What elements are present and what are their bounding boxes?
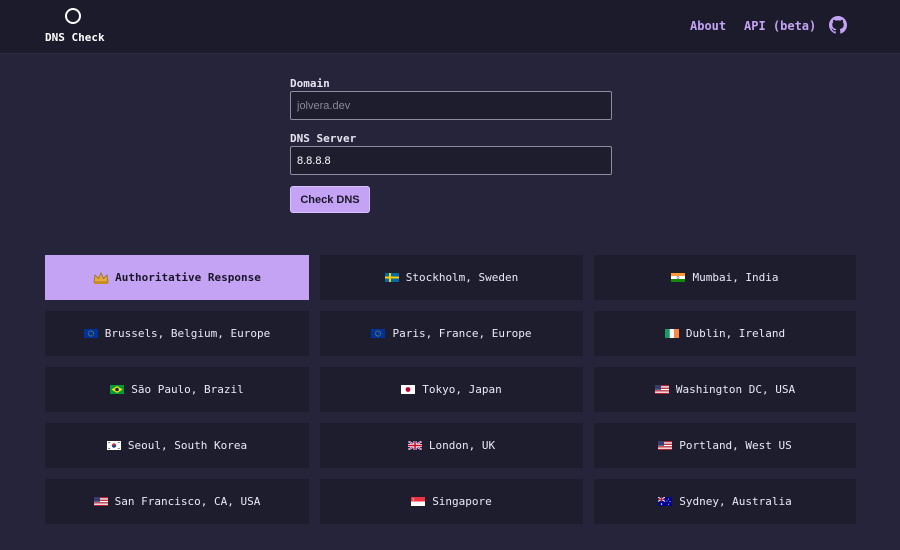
- result-card[interactable]: Singapore: [320, 479, 583, 524]
- result-card-label: Tokyo, Japan: [422, 383, 502, 396]
- dns-server-input[interactable]: [290, 146, 612, 175]
- flag-ie-icon: [664, 329, 679, 338]
- result-card-label: Seoul, South Korea: [127, 439, 248, 452]
- results-grid: Authoritative Response Stockholm, Sweden…: [45, 255, 856, 524]
- flag-eu-icon: [83, 329, 98, 338]
- result-card-label: Singapore: [432, 495, 492, 508]
- result-card-authoritative[interactable]: Authoritative Response: [45, 255, 309, 300]
- result-card-label: San Francisco, CA, USA: [114, 495, 261, 508]
- logo-circle-icon: [65, 8, 81, 24]
- result-card[interactable]: Mumbai, India: [594, 255, 856, 300]
- flag-se-icon: [384, 273, 399, 282]
- result-card-label: London, UK: [428, 439, 496, 452]
- result-card[interactable]: Washington DC, USA: [594, 367, 856, 412]
- result-card-label: Paris, France, Europe: [392, 327, 532, 340]
- result-card-label: Authoritative Response: [115, 271, 261, 284]
- check-dns-button[interactable]: Check DNS: [290, 186, 370, 213]
- result-card-label: Stockholm, Sweden: [405, 271, 519, 284]
- crown-icon: [93, 271, 109, 284]
- result-card[interactable]: Brussels, Belgium, Europe: [45, 311, 309, 356]
- flag-br-icon: [110, 385, 125, 394]
- app-name: DNS Check: [45, 31, 105, 44]
- flag-gb-icon: [407, 441, 422, 450]
- result-card-label: Dublin, Ireland: [685, 327, 786, 340]
- result-card[interactable]: San Francisco, CA, USA: [45, 479, 309, 524]
- flag-au-icon: [658, 497, 673, 506]
- dns-server-label: DNS Server: [290, 132, 357, 145]
- result-card[interactable]: Seoul, South Korea: [45, 423, 309, 468]
- flag-us-icon: [654, 385, 669, 394]
- result-card[interactable]: Sydney, Australia: [594, 479, 856, 524]
- nav-link-api[interactable]: API (beta): [744, 19, 816, 33]
- flag-us-icon: [658, 441, 673, 450]
- result-card[interactable]: London, UK: [320, 423, 583, 468]
- result-card[interactable]: Portland, West US: [594, 423, 856, 468]
- flag-eu-icon: [371, 329, 386, 338]
- result-card[interactable]: São Paulo, Brazil: [45, 367, 309, 412]
- result-card-label: São Paulo, Brazil: [131, 383, 244, 396]
- flag-sg-icon: [411, 497, 426, 506]
- result-card[interactable]: Tokyo, Japan: [320, 367, 583, 412]
- result-card-label: Portland, West US: [679, 439, 792, 452]
- result-card[interactable]: Paris, France, Europe: [320, 311, 583, 356]
- flag-in-icon: [671, 273, 686, 282]
- result-card-label: Sydney, Australia: [679, 495, 792, 508]
- flag-us-icon: [93, 497, 108, 506]
- flag-jp-icon: [401, 385, 416, 394]
- github-icon[interactable]: [829, 16, 847, 34]
- result-card-label: Brussels, Belgium, Europe: [104, 327, 271, 340]
- domain-label: Domain: [290, 77, 330, 90]
- result-card-label: Washington DC, USA: [675, 383, 796, 396]
- result-card[interactable]: Dublin, Ireland: [594, 311, 856, 356]
- flag-kr-icon: [106, 441, 121, 450]
- result-card-label: Mumbai, India: [692, 271, 779, 284]
- app-logo[interactable]: DNS Check: [40, 6, 110, 48]
- domain-input[interactable]: [290, 91, 612, 120]
- result-card[interactable]: Stockholm, Sweden: [320, 255, 583, 300]
- nav-link-about[interactable]: About: [690, 19, 726, 33]
- top-navigation-bar: DNS Check About API (beta): [0, 0, 900, 54]
